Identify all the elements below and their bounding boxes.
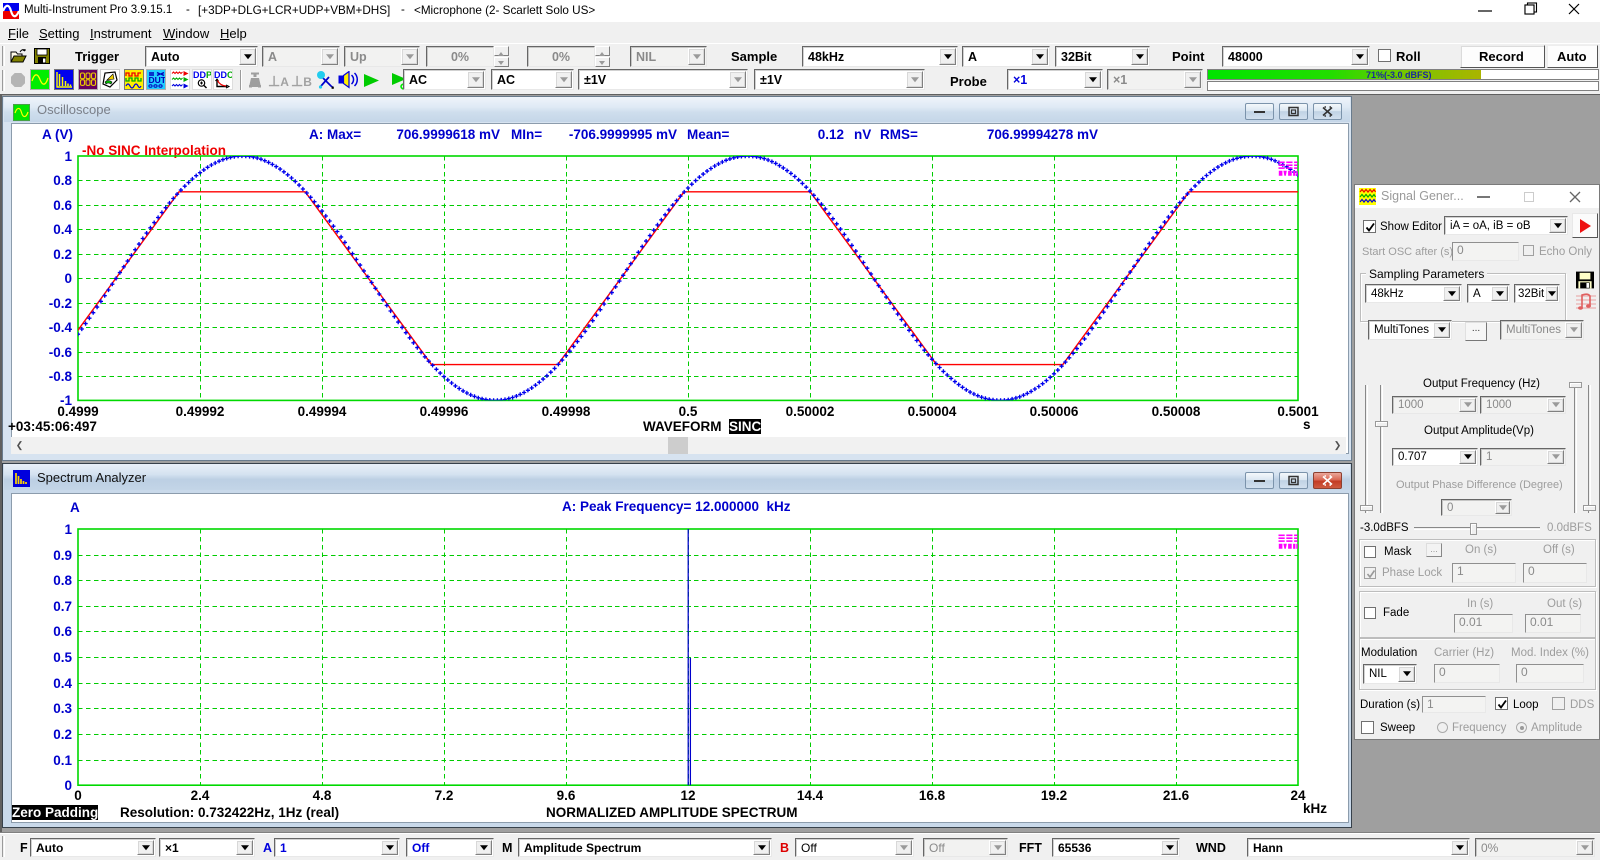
svg-text:DUT: DUT: [149, 75, 166, 85]
svg-text:DDC: DDC: [214, 70, 232, 80]
svg-text:DDP: DDP: [193, 70, 211, 80]
